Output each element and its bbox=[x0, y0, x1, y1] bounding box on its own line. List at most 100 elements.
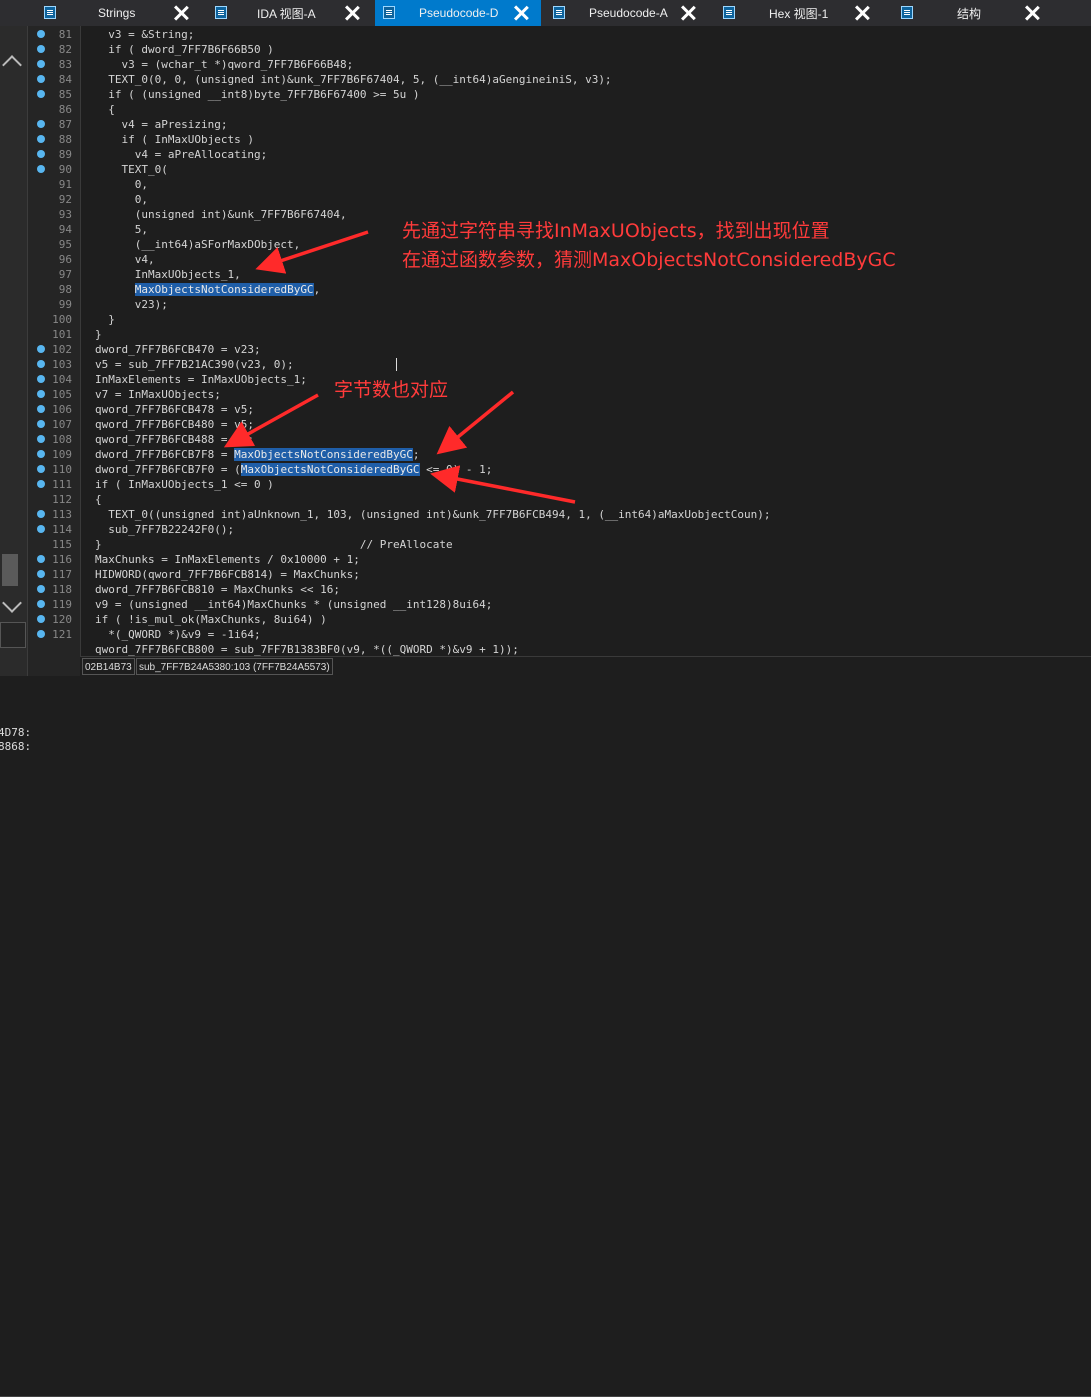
code-line[interactable]: qword_7FF7B6FCB800 = sub_7FF7B1383BF0(v9… bbox=[81, 642, 1091, 657]
breakpoint-dot-icon[interactable] bbox=[37, 555, 45, 563]
code-line[interactable]: v3 = &String; bbox=[81, 27, 1091, 42]
tab-close-icon[interactable] bbox=[512, 4, 530, 22]
code-line[interactable]: 0, bbox=[81, 192, 1091, 207]
breakpoint-dot-icon[interactable] bbox=[37, 375, 45, 383]
breakpoint-dot-icon[interactable] bbox=[37, 465, 45, 473]
breakpoint-dot-icon[interactable] bbox=[37, 510, 45, 518]
code-line[interactable]: sub_7FF7B22242F0(); bbox=[81, 522, 1091, 537]
code-line[interactable]: TEXT_0((unsigned int)aUnknown_1, 103, (u… bbox=[81, 507, 1091, 522]
code-line[interactable]: if ( dword_7FF7B6F66B50 ) bbox=[81, 42, 1091, 57]
gutter-row: 103 bbox=[28, 357, 80, 372]
scroll-up-icon[interactable] bbox=[2, 55, 22, 75]
code-line[interactable]: TEXT_0( bbox=[81, 162, 1091, 177]
code-line[interactable]: v7 = InMaxUObjects; bbox=[81, 387, 1091, 402]
line-number: 110 bbox=[52, 463, 72, 476]
breakpoint-dot-icon[interactable] bbox=[37, 435, 45, 443]
code-line[interactable]: 0, bbox=[81, 177, 1091, 192]
code-line[interactable]: v3 = (wchar_t *)qword_7FF7B6F66B48; bbox=[81, 57, 1091, 72]
tab-close-icon[interactable] bbox=[172, 4, 190, 22]
code-line[interactable]: v4 = aPresizing; bbox=[81, 117, 1091, 132]
code-line[interactable]: if ( InMaxUObjects_1 <= 0 ) bbox=[81, 477, 1091, 492]
code-text: v3 = &String; bbox=[95, 28, 195, 41]
breakpoint-dot-icon[interactable] bbox=[37, 480, 45, 488]
tab-view-icon bbox=[383, 6, 395, 19]
tab-4[interactable]: Pseudocode-A bbox=[545, 0, 707, 26]
code-line[interactable]: { bbox=[81, 102, 1091, 117]
code-line[interactable]: dword_7FF7B6FCB810 = MaxChunks << 16; bbox=[81, 582, 1091, 597]
code-line[interactable]: } // PreAllocate bbox=[81, 537, 1091, 552]
breakpoint-dot-icon[interactable] bbox=[37, 90, 45, 98]
code-line[interactable]: qword_7FF7B6FCB478 = v5; bbox=[81, 402, 1091, 417]
highlighted-identifier[interactable]: MaxObjectsNotConsideredByGC bbox=[134, 283, 314, 296]
code-line[interactable]: v23); bbox=[81, 297, 1091, 312]
breakpoint-dot-icon[interactable] bbox=[37, 420, 45, 428]
code-line[interactable]: InMaxElements = InMaxUObjects_1; bbox=[81, 372, 1091, 387]
code-text: qword_7FF7B6FCB480 = v5; bbox=[95, 418, 254, 431]
code-text: } bbox=[95, 313, 115, 326]
breakpoint-dot-icon[interactable] bbox=[37, 570, 45, 578]
code-line[interactable]: v4 = aPreAllocating; bbox=[81, 147, 1091, 162]
breakpoint-dot-icon[interactable] bbox=[37, 525, 45, 533]
code-line[interactable]: { bbox=[81, 492, 1091, 507]
tab-6[interactable]: 结构 bbox=[893, 0, 1091, 26]
tab-2[interactable]: IDA 视图-A bbox=[207, 0, 372, 26]
code-line[interactable]: v5 = sub_7FF7B21AC390(v23, 0); bbox=[81, 357, 1091, 372]
tab-close-icon[interactable] bbox=[679, 4, 697, 22]
code-line[interactable]: HIDWORD(qword_7FF7B6FCB814) = MaxChunks; bbox=[81, 567, 1091, 582]
code-line[interactable]: MaxObjectsNotConsideredByGC, bbox=[81, 282, 1091, 297]
breakpoint-dot-icon[interactable] bbox=[37, 390, 45, 398]
pseudocode-view[interactable]: v3 = &String; if ( dword_7FF7B6F66B50 ) … bbox=[80, 26, 1091, 656]
line-number: 86 bbox=[58, 103, 72, 116]
line-number: 100 bbox=[52, 313, 72, 326]
breakpoint-dot-icon[interactable] bbox=[37, 345, 45, 353]
breakpoint-dot-icon[interactable] bbox=[37, 60, 45, 68]
tab-label: Hex 视图-1 bbox=[769, 6, 829, 21]
breakpoint-dot-icon[interactable] bbox=[37, 120, 45, 128]
code-line[interactable]: } bbox=[81, 312, 1091, 327]
code-line[interactable]: if ( (unsigned __int8)byte_7FF7B6F67400 … bbox=[81, 87, 1091, 102]
code-line[interactable]: v9 = (unsigned __int64)MaxChunks * (unsi… bbox=[81, 597, 1091, 612]
code-line[interactable]: MaxChunks = InMaxElements / 0x10000 + 1; bbox=[81, 552, 1091, 567]
breakpoint-dot-icon[interactable] bbox=[37, 45, 45, 53]
tab-1[interactable]: Strings bbox=[0, 0, 195, 26]
left-panel-scrollbar-thumb[interactable] bbox=[2, 554, 18, 586]
breakpoint-dot-icon[interactable] bbox=[37, 30, 45, 38]
code-line[interactable]: *(_QWORD *)&v9 = -1i64; bbox=[81, 627, 1091, 642]
tab-3[interactable]: Pseudocode-D bbox=[375, 0, 541, 26]
breakpoint-dot-icon[interactable] bbox=[37, 75, 45, 83]
breakpoint-dot-icon[interactable] bbox=[37, 135, 45, 143]
gutter-row: 114 bbox=[28, 522, 80, 537]
breakpoint-dot-icon[interactable] bbox=[37, 615, 45, 623]
tab-close-icon[interactable] bbox=[853, 4, 871, 22]
code-line[interactable]: qword_7FF7B6FCB488 = v5; bbox=[81, 432, 1091, 447]
breakpoint-dot-icon[interactable] bbox=[37, 600, 45, 608]
scroll-down-icon[interactable] bbox=[2, 593, 22, 613]
left-panel bbox=[0, 26, 28, 676]
code-line[interactable]: if ( !is_mul_ok(MaxChunks, 8ui64) ) bbox=[81, 612, 1091, 627]
breakpoint-dot-icon[interactable] bbox=[37, 150, 45, 158]
code-line[interactable]: TEXT_0(0, 0, (unsigned int)&unk_7FF7B6F6… bbox=[81, 72, 1091, 87]
code-line[interactable]: dword_7FF7B6FCB7F0 = (MaxObjectsNotConsi… bbox=[81, 462, 1091, 477]
code-line[interactable]: qword_7FF7B6FCB480 = v5; bbox=[81, 417, 1091, 432]
code-line[interactable]: if ( InMaxUObjects ) bbox=[81, 132, 1091, 147]
code-line[interactable]: dword_7FF7B6FCB470 = v23; bbox=[81, 342, 1091, 357]
code-text: v5 = sub_7FF7B21AC390(v23, 0); bbox=[95, 358, 294, 371]
highlighted-identifier[interactable]: MaxObjectsNotConsideredByGC bbox=[234, 448, 413, 461]
tab-close-icon[interactable] bbox=[1023, 4, 1041, 22]
line-number: 84 bbox=[58, 73, 72, 86]
code-line[interactable]: } bbox=[81, 327, 1091, 342]
tab-5[interactable]: Hex 视图-1 bbox=[715, 0, 881, 26]
breakpoint-dot-icon[interactable] bbox=[37, 360, 45, 368]
breakpoint-dot-icon[interactable] bbox=[37, 450, 45, 458]
tab-close-icon[interactable] bbox=[343, 4, 361, 22]
gutter-row: 107 bbox=[28, 417, 80, 432]
gutter-row: 116 bbox=[28, 552, 80, 567]
gutter-row: 88 bbox=[28, 132, 80, 147]
breakpoint-dot-icon[interactable] bbox=[37, 585, 45, 593]
code-line[interactable]: dword_7FF7B6FCB7F8 = MaxObjectsNotConsid… bbox=[81, 447, 1091, 462]
code-text: TEXT_0((unsigned int)aUnknown_1, 103, (u… bbox=[95, 508, 771, 521]
breakpoint-dot-icon[interactable] bbox=[37, 165, 45, 173]
highlighted-identifier[interactable]: MaxObjectsNotConsideredByGC bbox=[240, 463, 420, 476]
breakpoint-dot-icon[interactable] bbox=[37, 630, 45, 638]
breakpoint-dot-icon[interactable] bbox=[37, 405, 45, 413]
